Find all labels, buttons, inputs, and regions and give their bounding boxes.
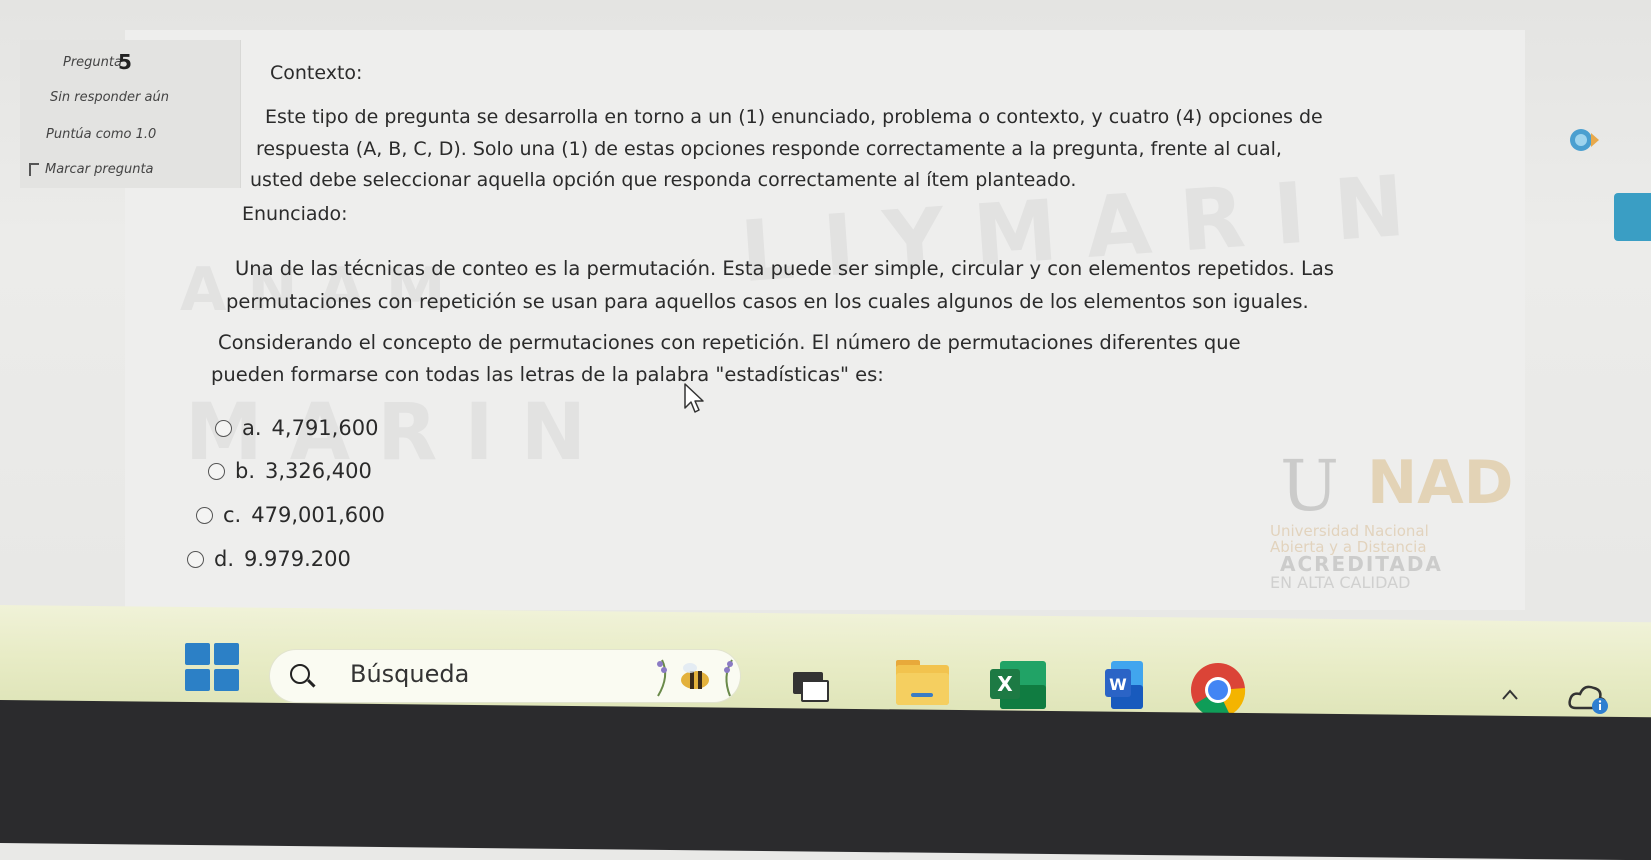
- context-line: usted debe seleccionar aquella opción qu…: [250, 169, 1077, 191]
- context-heading: Contexto:: [270, 62, 363, 84]
- word-letter: W: [1109, 675, 1127, 694]
- flag-question-link[interactable]: Marcar pregunta: [29, 162, 154, 177]
- chrome-icon[interactable]: [1190, 662, 1246, 718]
- option-value: 3,326,400: [265, 459, 372, 483]
- answer-option-b[interactable]: b. 3,326,400: [208, 459, 372, 483]
- start-tile: [185, 669, 210, 691]
- question-score: Puntúa como 1.0: [46, 127, 157, 142]
- statement-line: pueden formarse con todas las letras de …: [211, 363, 884, 386]
- radio-button[interactable]: [196, 506, 213, 524]
- option-letter: d.: [214, 547, 235, 571]
- bee-lavender-icon: [657, 659, 733, 697]
- answer-option-d[interactable]: d. 9.979.200: [187, 547, 351, 571]
- windows-start-button[interactable]: [185, 643, 239, 691]
- assistant-icon[interactable]: [1567, 125, 1601, 155]
- flag-icon[interactable]: [29, 163, 39, 176]
- word-icon[interactable]: W: [1105, 661, 1143, 709]
- option-value: 9.979.200: [244, 547, 351, 571]
- option-letter: b.: [235, 459, 256, 483]
- statement-line: Una de las técnicas de conteo es la perm…: [235, 257, 1334, 280]
- context-line: Este tipo de pregunta se desarrolla en t…: [265, 106, 1323, 128]
- context-line: respuesta (A, B, C, D). Solo una (1) de …: [256, 138, 1282, 160]
- option-value: 479,001,600: [251, 503, 385, 527]
- statement-heading: Enunciado:: [242, 203, 348, 225]
- option-value: 4,791,600: [271, 416, 379, 440]
- question-number: 5: [118, 50, 132, 74]
- start-tile: [214, 643, 239, 665]
- task-view-icon[interactable]: [793, 672, 831, 702]
- statement-line: permutaciones con repetición se usan par…: [226, 290, 1309, 313]
- start-tile: [214, 669, 239, 691]
- search-placeholder: Búsqueda: [350, 660, 470, 688]
- question-label: Pregunta: [63, 55, 122, 70]
- option-letter: c.: [223, 503, 242, 527]
- side-panel-tab[interactable]: [1614, 193, 1651, 241]
- file-explorer-icon[interactable]: [895, 657, 950, 707]
- mouse-cursor-icon: [684, 383, 704, 413]
- radio-button[interactable]: [208, 462, 225, 480]
- statement-line: Considerando el concepto de permutacione…: [218, 331, 1241, 354]
- excel-icon[interactable]: X: [990, 661, 1046, 709]
- radio-button[interactable]: [215, 419, 232, 437]
- taskbar-search-box[interactable]: Búsqueda: [270, 650, 740, 702]
- answer-option-c[interactable]: c. 479,001,600: [196, 503, 385, 527]
- start-tile: [185, 643, 210, 665]
- search-icon: [290, 664, 310, 684]
- onedrive-icon[interactable]: [1568, 682, 1610, 716]
- radio-button[interactable]: [187, 550, 204, 568]
- chevron-up-icon[interactable]: [1500, 685, 1520, 705]
- question-state: Sin responder aún: [50, 90, 169, 105]
- excel-letter: X: [997, 672, 1013, 696]
- browser-screen: L I Y M A R I N A N A M M A R I N Pregun…: [0, 0, 1651, 690]
- university-logo: U NAD Universidad Nacional Abierta y a D…: [1270, 445, 1514, 592]
- option-letter: a.: [242, 416, 262, 440]
- answer-option-a[interactable]: a. 4,791,600: [215, 416, 378, 440]
- screen-bezel: [0, 700, 1651, 860]
- flag-question-label[interactable]: Marcar pregunta: [45, 162, 154, 177]
